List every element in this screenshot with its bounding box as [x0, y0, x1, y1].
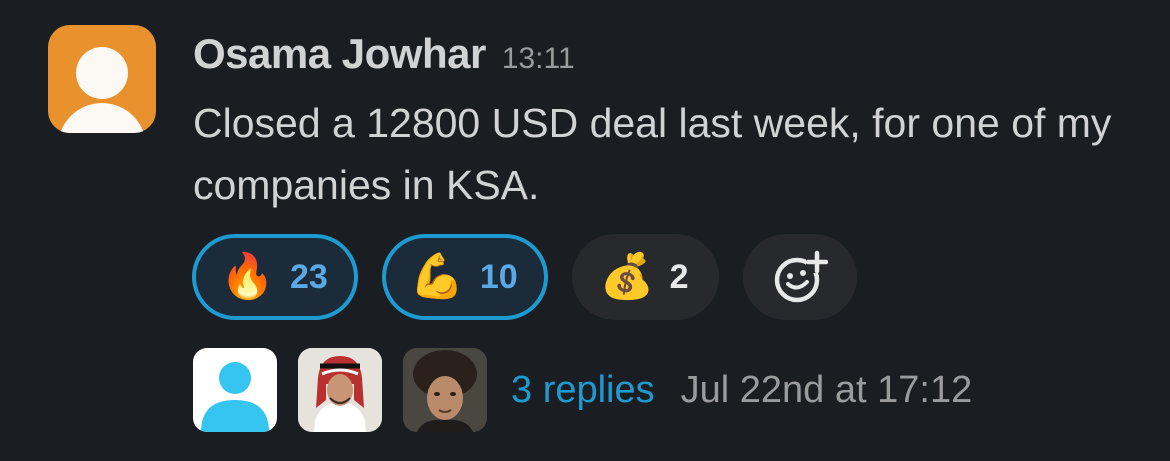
reactions-bar: 🔥 23 💪 10 💰 2: [192, 234, 857, 320]
sender-avatar[interactable]: [48, 25, 156, 133]
sender-name[interactable]: Osama Jowhar: [193, 30, 486, 78]
reaction-count: 2: [669, 257, 689, 296]
replies-link[interactable]: 3 replies: [511, 369, 655, 412]
person-photo-icon: [403, 348, 487, 432]
reaction-money-bag[interactable]: 💰 2: [571, 234, 719, 320]
add-reaction-button[interactable]: [742, 234, 857, 320]
thread-summary[interactable]: 3 replies Jul 22nd at 17:12: [193, 348, 972, 432]
reaction-flexed-biceps[interactable]: 💪 10: [381, 234, 548, 320]
thread-participant-avatar: [193, 348, 277, 432]
thread-participant-avatar: [403, 348, 487, 432]
reaction-count: 10: [479, 257, 518, 296]
money-bag-icon: 💰: [599, 252, 655, 301]
flexed-biceps-icon: 💪: [409, 252, 465, 301]
avatar-head: [76, 47, 128, 99]
avatar-body: [58, 103, 146, 133]
message-header: Osama Jowhar 13:11: [193, 30, 575, 84]
message: Osama Jowhar 13:11 Closed a 12800 USD de…: [0, 0, 1170, 461]
thread-participant-avatar: [298, 348, 382, 432]
add-reaction-icon: [774, 250, 828, 303]
last-reply-time: Jul 22nd at 17:12: [680, 368, 973, 411]
reaction-count: 23: [290, 257, 328, 296]
default-user-icon: [201, 362, 269, 432]
fire-icon: 🔥: [220, 252, 275, 301]
reaction-fire[interactable]: 🔥 23: [192, 234, 358, 320]
message-timestamp[interactable]: 13:11: [502, 42, 575, 76]
message-text: Closed a 12800 USD deal last week, for o…: [193, 100, 1112, 208]
person-photo-icon: [298, 348, 382, 432]
